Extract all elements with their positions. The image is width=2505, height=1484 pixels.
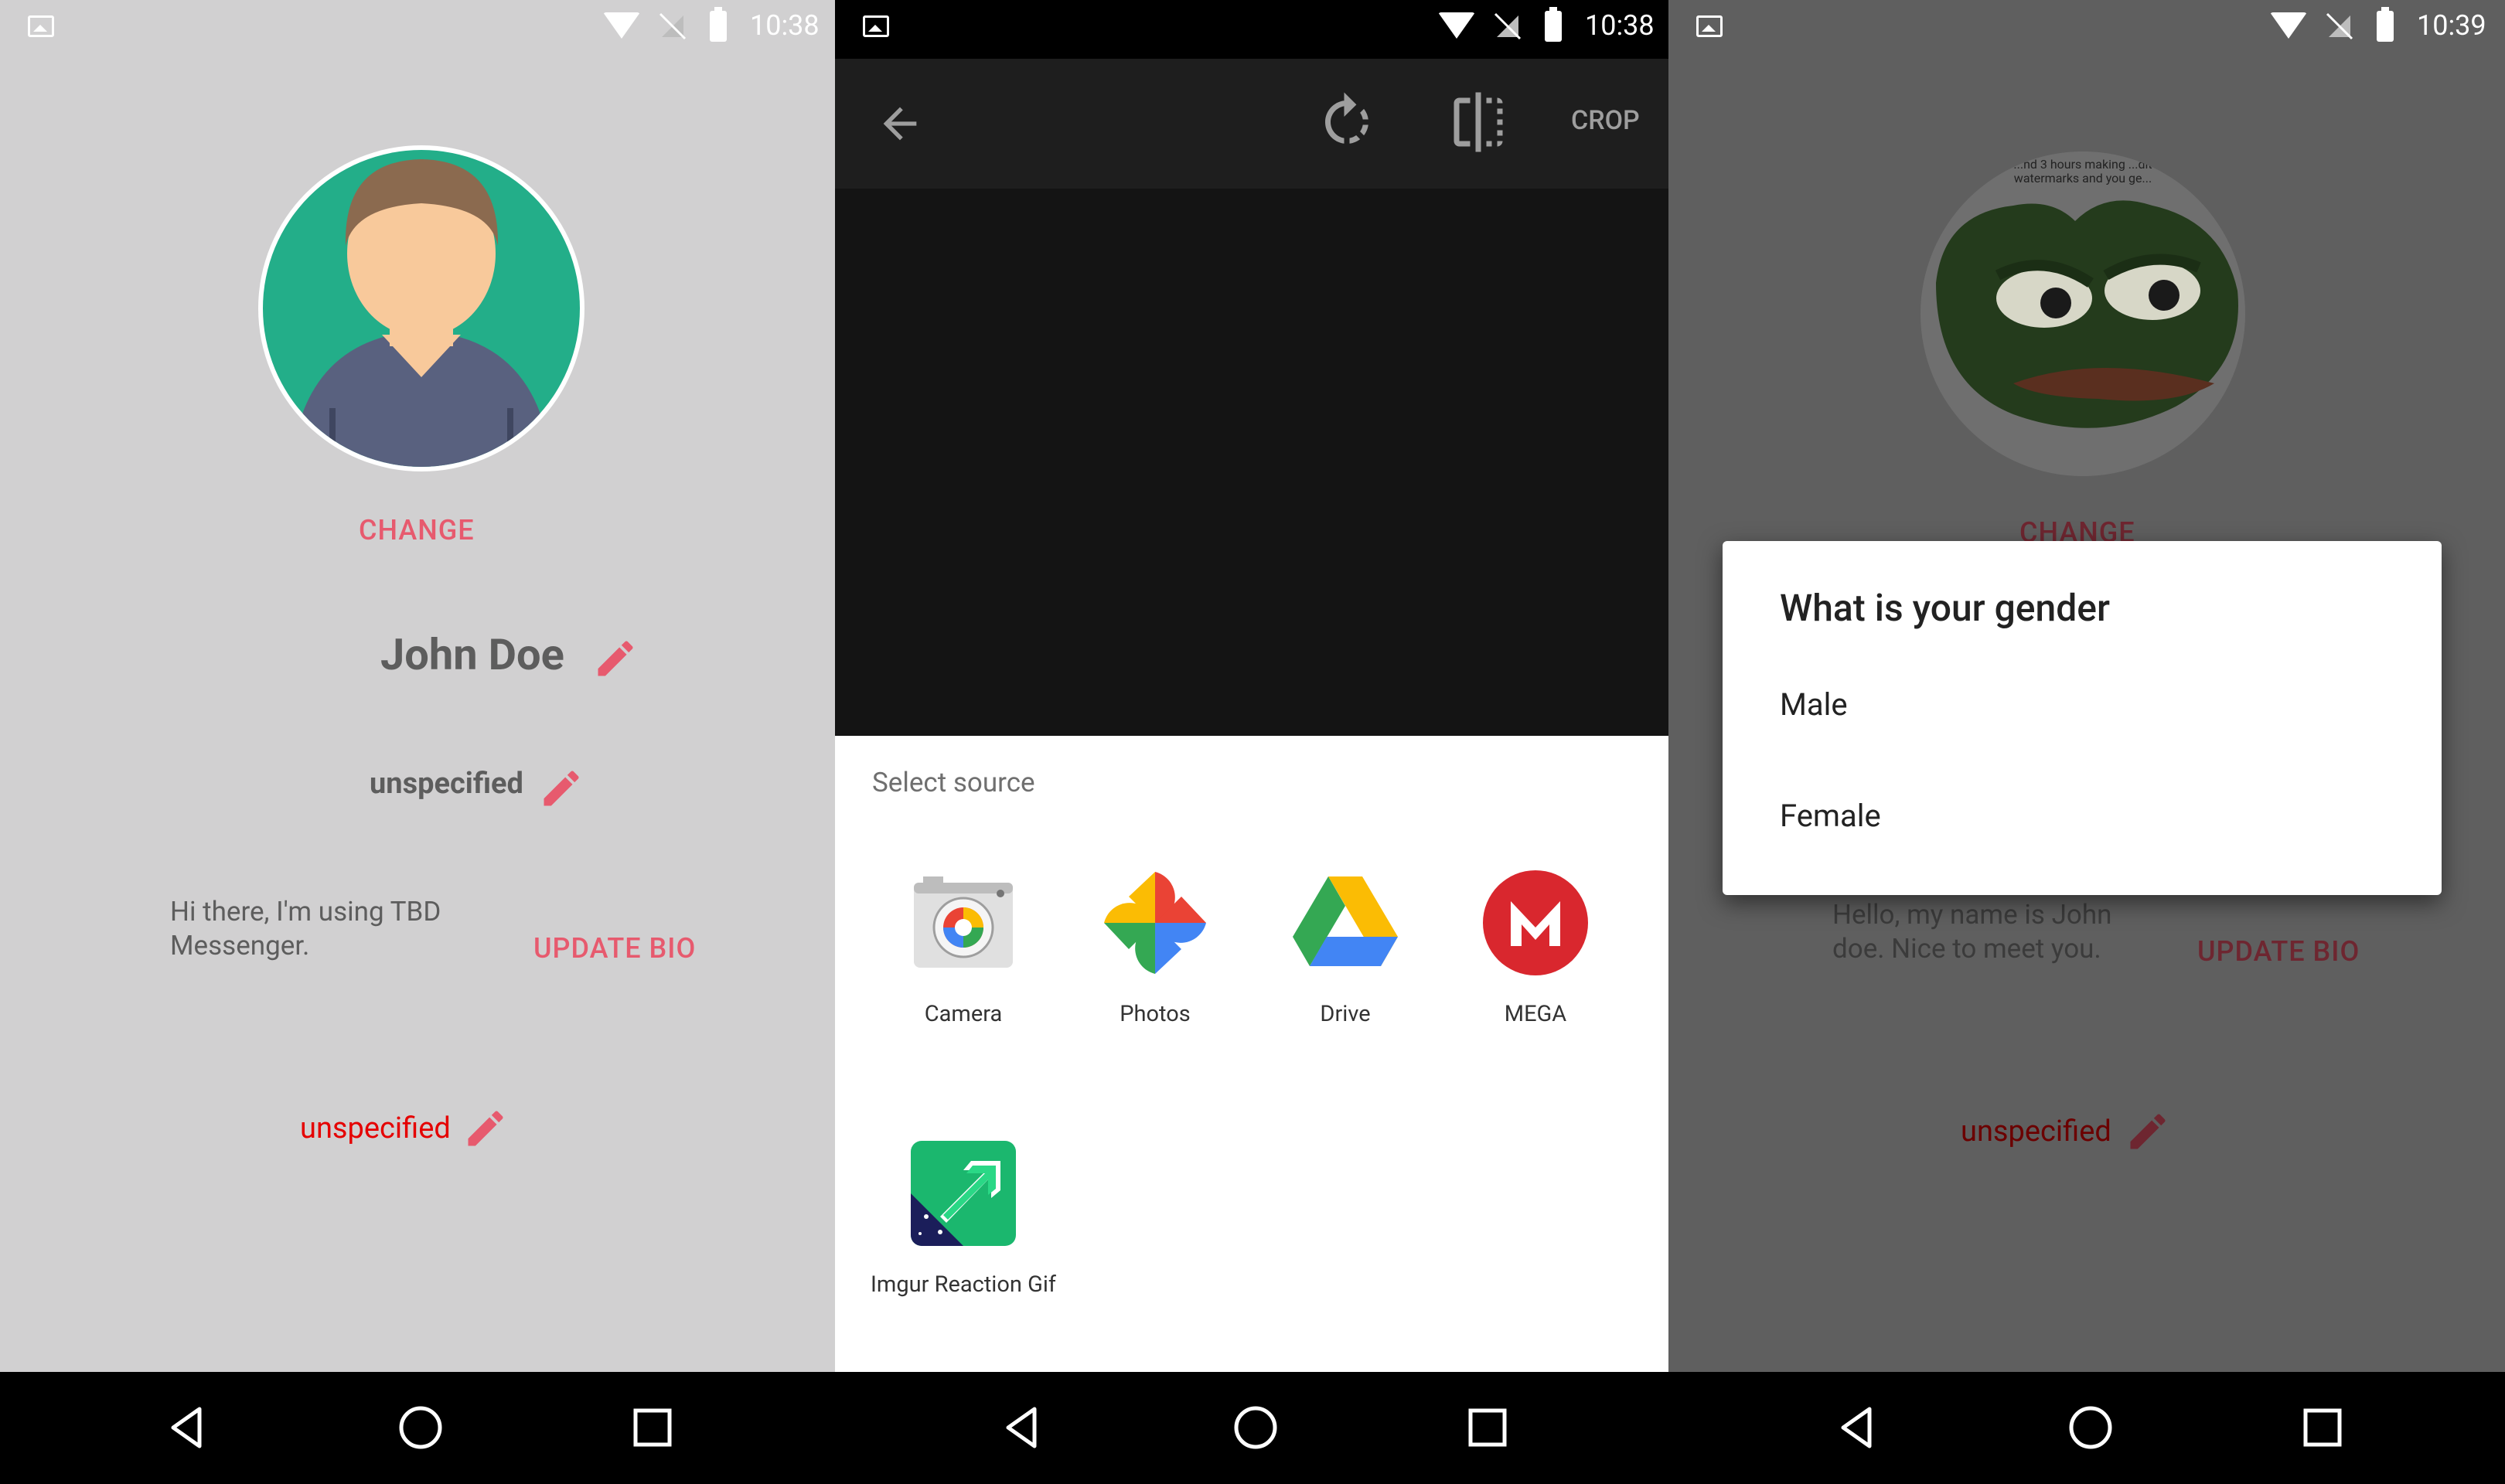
status-time: 10:38	[1585, 9, 1655, 42]
option-female[interactable]: Female	[1780, 798, 1881, 834]
change-photo-button[interactable]: CHANGE	[359, 514, 475, 546]
app-photos[interactable]: Photos	[1062, 869, 1248, 1028]
image-notification-icon	[863, 15, 889, 37]
bio-text: Hi there, I'm using TBD Messenger.	[170, 896, 441, 962]
app-label: Photos	[1120, 1001, 1191, 1027]
imgur-icon	[909, 1139, 1017, 1247]
status-field-value: unspecified	[300, 1111, 451, 1145]
recents-square-icon	[633, 1408, 672, 1447]
navigation-bar	[1668, 1372, 2505, 1484]
back-triangle-icon	[171, 1407, 202, 1448]
back-nav-button[interactable]	[996, 1400, 1051, 1455]
home-circle-icon	[2069, 1406, 2112, 1449]
no-signal-icon	[1494, 12, 1522, 40]
no-signal-icon	[659, 12, 687, 40]
home-nav-button[interactable]	[2063, 1400, 2118, 1455]
avatar[interactable]	[258, 145, 584, 471]
option-male[interactable]: Male	[1780, 686, 1848, 723]
no-signal-icon	[2326, 12, 2353, 40]
crop-screen: 10:38 CROP Select source Camera Photos D…	[835, 0, 1668, 1484]
crop-button[interactable]: CROP	[1571, 105, 1640, 136]
default-avatar-icon	[263, 150, 580, 467]
update-bio-button[interactable]: UPDATE BIO	[533, 932, 696, 965]
recents-nav-button[interactable]	[1460, 1400, 1515, 1455]
image-notification-icon	[28, 15, 54, 37]
recents-square-icon	[2303, 1408, 2342, 1447]
back-arrow-icon[interactable]	[875, 99, 925, 148]
status-field-value: unspecified	[1961, 1115, 2111, 1149]
gender-dialog: What is your gender Male Female	[1723, 541, 2442, 895]
mega-icon	[1481, 869, 1590, 977]
app-label: Drive	[1320, 1001, 1371, 1027]
app-drive[interactable]: Drive	[1252, 869, 1438, 1028]
status-bar: 10:39	[1668, 0, 2505, 59]
profile-name: John Doe	[380, 629, 564, 680]
bio-text: Hello, my name is John doe. Nice to meet…	[1832, 899, 2112, 965]
frog-avatar-image-icon	[1920, 151, 2245, 476]
home-nav-button[interactable]	[393, 1400, 448, 1455]
profile-screen: 10:38 CHANGE John Doe unspecified Hi the…	[0, 0, 835, 1484]
status-time: 10:39	[2417, 9, 2486, 42]
navigation-bar	[835, 1372, 1668, 1484]
app-label: MEGA	[1504, 1001, 1567, 1027]
home-nav-button[interactable]	[1228, 1400, 1283, 1455]
navigation-bar	[0, 1372, 835, 1484]
wifi-icon	[1438, 12, 1475, 39]
home-circle-icon	[399, 1406, 442, 1449]
app-label: Imgur Reaction Gif	[871, 1271, 1056, 1298]
app-camera[interactable]: Camera	[871, 869, 1056, 1028]
recents-square-icon	[1468, 1408, 1507, 1447]
crop-toolbar: CROP	[835, 59, 1668, 189]
flip-icon[interactable]	[1446, 88, 1511, 156]
status-bar: 10:38	[835, 0, 1668, 59]
crop-canvas	[835, 189, 1668, 736]
app-label: Camera	[924, 1001, 1003, 1027]
avatar[interactable]: ...nd 3 hours making ...dit watermarks a…	[1920, 151, 2245, 476]
recents-nav-button[interactable]	[625, 1400, 680, 1455]
back-nav-button[interactable]	[1831, 1400, 1886, 1455]
edit-field-pencil-icon[interactable]	[2125, 1108, 2171, 1155]
back-nav-button[interactable]	[161, 1400, 216, 1455]
gender-value: unspecified	[370, 767, 523, 801]
battery-icon	[710, 7, 727, 42]
rotate-icon[interactable]	[1314, 90, 1379, 155]
sheet-title: Select source	[872, 767, 1035, 798]
select-source-sheet: Select source Camera Photos Drive MEGA I…	[835, 736, 1668, 1372]
edit-name-pencil-icon[interactable]	[592, 635, 639, 682]
edit-field-pencil-icon[interactable]	[462, 1105, 509, 1152]
update-bio-button[interactable]: UPDATE BIO	[2197, 935, 2360, 968]
recents-nav-button[interactable]	[2295, 1400, 2350, 1455]
gender-dialog-screen: 10:39 ...nd 3 hours making ...dit waterm…	[1668, 0, 2505, 1484]
app-imgur-reaction-gif[interactable]: Imgur Reaction Gif	[871, 1139, 1056, 1298]
wifi-icon	[2270, 12, 2307, 39]
wifi-icon	[603, 12, 640, 39]
photos-icon	[1101, 869, 1209, 977]
camera-icon	[909, 869, 1017, 977]
status-time: 10:38	[750, 9, 820, 42]
battery-icon	[1545, 7, 1562, 42]
app-mega[interactable]: MEGA	[1443, 869, 1628, 1028]
avatar-caption: ...nd 3 hours making ...dit watermarks a…	[2013, 157, 2152, 186]
home-circle-icon	[1234, 1406, 1277, 1449]
battery-icon	[2377, 7, 2394, 42]
edit-gender-pencil-icon[interactable]	[538, 765, 584, 812]
back-triangle-icon	[1841, 1407, 1872, 1448]
drive-icon	[1291, 869, 1399, 977]
dialog-title: What is your gender	[1780, 586, 2110, 630]
status-bar: 10:38	[0, 0, 835, 59]
back-triangle-icon	[1006, 1407, 1037, 1448]
image-notification-icon	[1696, 15, 1723, 37]
